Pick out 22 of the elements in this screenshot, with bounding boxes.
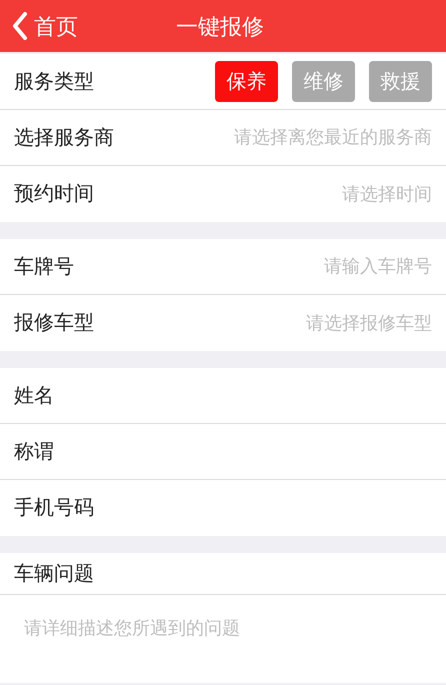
field-label: 车辆问题 bbox=[14, 562, 94, 586]
input-field[interactable]: 请选择报修车型 bbox=[94, 310, 432, 336]
input-field[interactable]: 请选择时间 bbox=[94, 180, 432, 208]
input-field[interactable]: 请输入车牌号 bbox=[74, 253, 432, 280]
field-label: 姓名 bbox=[14, 384, 54, 408]
form-field[interactable]: 车牌号 请输入车牌号 bbox=[0, 239, 446, 295]
field-label: 称谓 bbox=[14, 440, 54, 464]
field-label: 选择服务商 bbox=[14, 126, 114, 150]
page-title: 一键报修 bbox=[176, 12, 264, 40]
service-type-option[interactable]: 保养 bbox=[215, 61, 278, 102]
form-field[interactable]: 报修车型 请选择报修车型 bbox=[0, 295, 446, 351]
form-field[interactable]: 选择服务商 请选择离您最近的服务商 bbox=[0, 110, 446, 166]
back-chevron-icon bbox=[12, 12, 28, 40]
field-label: 报修车型 bbox=[14, 311, 94, 336]
problem-textarea[interactable]: 请详细描述您所遇到的问题 bbox=[0, 595, 446, 683]
field-label: 车牌号 bbox=[14, 254, 74, 280]
form-field[interactable]: 预约时间 请选择时间 bbox=[0, 166, 446, 222]
field-label: 手机号码 bbox=[14, 496, 94, 521]
field-label: 服务类型 bbox=[14, 70, 95, 94]
back-button[interactable]: 首页 bbox=[0, 10, 78, 42]
field-label: 预约时间 bbox=[14, 182, 94, 207]
input-field[interactable]: 请选择离您最近的服务商 bbox=[114, 124, 432, 151]
